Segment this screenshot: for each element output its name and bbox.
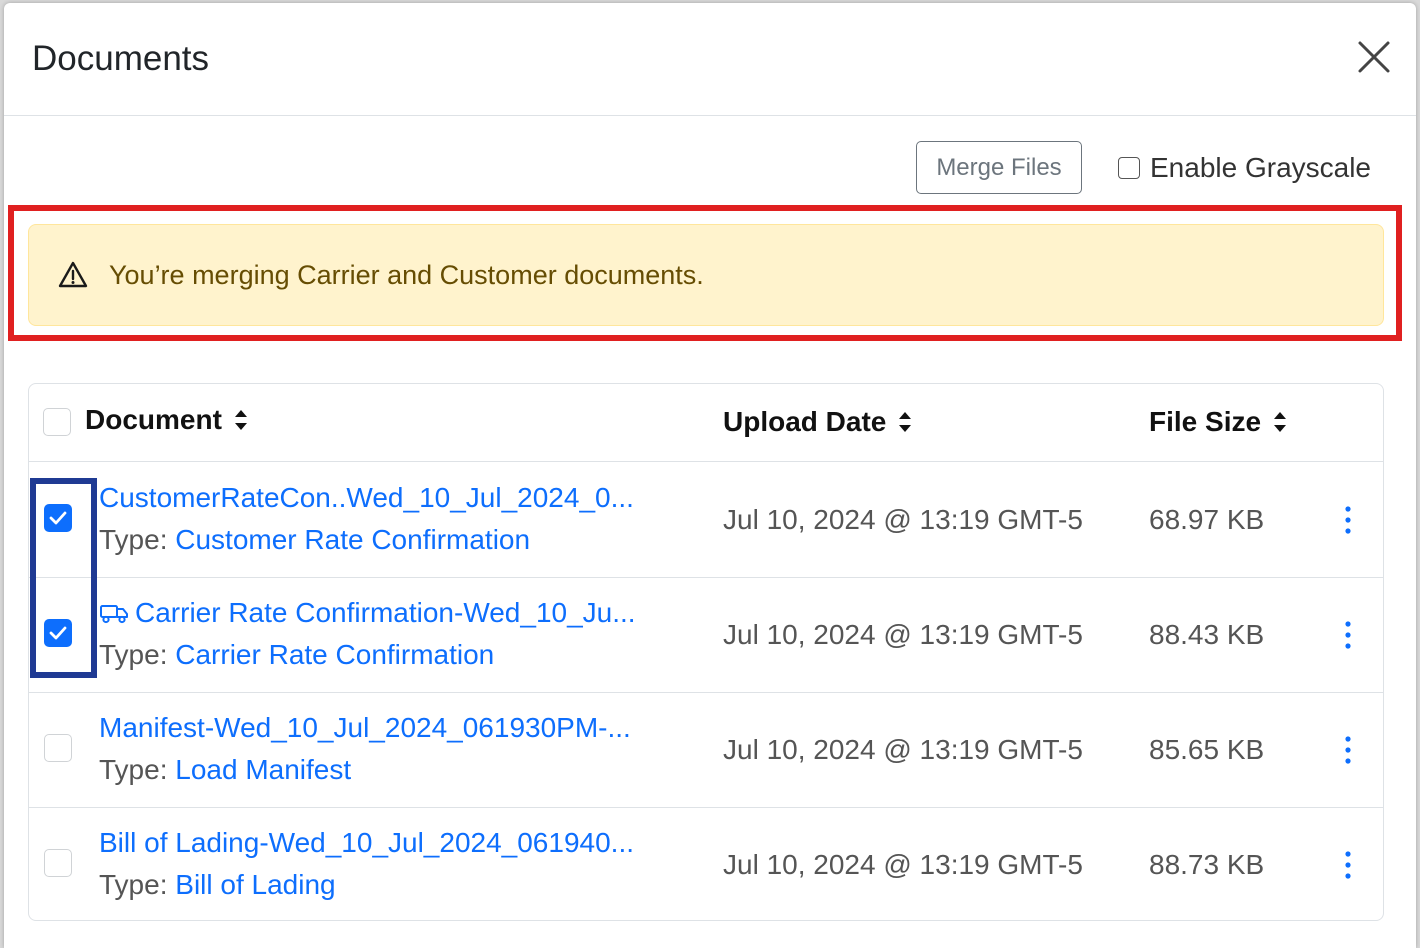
enable-grayscale-toggle[interactable]: Enable Grayscale [1118, 152, 1371, 184]
upload-date: Jul 10, 2024 @ 13:19 GMT-5 [723, 619, 1083, 650]
document-type: Type: Customer Rate Confirmation [99, 524, 530, 556]
annotation-red-box [8, 205, 1402, 341]
truck-icon [100, 605, 128, 624]
sort-icon[interactable] [898, 410, 912, 434]
column-header-document-label: Document [85, 404, 222, 435]
document-type: Type: Bill of Lading [99, 869, 336, 901]
document-name: Manifest-Wed_10_Jul_2024_061930PM-... [99, 712, 631, 743]
document-type-link[interactable]: Bill of Lading [175, 869, 335, 900]
table-row: Bill of Lading-Wed_10_Jul_2024_061940...… [29, 807, 1383, 920]
document-type-link[interactable]: Customer Rate Confirmation [175, 524, 530, 555]
more-options-icon[interactable] [1337, 619, 1359, 651]
modal-header: Documents [4, 3, 1416, 116]
document-type: Type: Load Manifest [99, 754, 351, 786]
table-row: Manifest-Wed_10_Jul_2024_061930PM-... Ty… [29, 692, 1383, 808]
row-checkbox[interactable] [44, 849, 72, 877]
grayscale-checkbox[interactable] [1118, 157, 1140, 179]
upload-date: Jul 10, 2024 @ 13:19 GMT-5 [723, 849, 1083, 880]
annotation-blue-box [30, 478, 97, 678]
sort-icon[interactable] [1273, 410, 1287, 434]
row-checkbox[interactable] [44, 734, 72, 762]
document-link[interactable]: Carrier Rate Confirmation-Wed_10_Ju... [99, 597, 636, 629]
type-prefix: Type: [99, 754, 168, 785]
column-header-upload-date[interactable]: Upload Date [723, 406, 912, 438]
upload-date: Jul 10, 2024 @ 13:19 GMT-5 [723, 734, 1083, 765]
more-options-icon[interactable] [1337, 734, 1359, 766]
document-type-link[interactable]: Carrier Rate Confirmation [175, 639, 494, 670]
column-header-file-size[interactable]: File Size [1149, 406, 1287, 438]
more-options-icon[interactable] [1337, 849, 1359, 881]
upload-date: Jul 10, 2024 @ 13:19 GMT-5 [723, 504, 1083, 535]
type-prefix: Type: [99, 869, 168, 900]
column-header-upload-date-label: Upload Date [723, 406, 887, 437]
document-type-link[interactable]: Load Manifest [175, 754, 351, 785]
document-link[interactable]: CustomerRateCon..Wed_10_Jul_2024_0... [99, 482, 634, 514]
type-prefix: Type: [99, 639, 168, 670]
close-icon[interactable] [1354, 37, 1394, 77]
file-size: 68.97 KB [1149, 504, 1265, 535]
file-size: 88.43 KB [1149, 619, 1265, 650]
table-header: Document Upload Date File Size [29, 384, 1383, 462]
document-name: Bill of Lading-Wed_10_Jul_2024_061940... [99, 827, 635, 858]
documents-table: Document Upload Date File Size CustomerR… [28, 383, 1384, 921]
document-type: Type: Carrier Rate Confirmation [99, 639, 494, 671]
type-prefix: Type: [99, 524, 168, 555]
column-header-document[interactable]: Document [85, 404, 248, 436]
merge-files-button[interactable]: Merge Files [916, 141, 1082, 194]
document-link[interactable]: Bill of Lading-Wed_10_Jul_2024_061940... [99, 827, 634, 859]
file-size: 88.73 KB [1149, 849, 1265, 880]
more-options-icon[interactable] [1337, 504, 1359, 536]
table-row: CustomerRateCon..Wed_10_Jul_2024_0... Ty… [29, 462, 1383, 578]
select-all-checkbox[interactable] [43, 408, 71, 436]
grayscale-label: Enable Grayscale [1150, 152, 1372, 183]
document-link[interactable]: Manifest-Wed_10_Jul_2024_061930PM-... [99, 712, 631, 744]
file-size: 85.65 KB [1149, 734, 1265, 765]
table-row: Carrier Rate Confirmation-Wed_10_Ju... T… [29, 577, 1383, 693]
sort-icon[interactable] [234, 408, 248, 432]
modal-title: Documents [32, 39, 210, 78]
document-name: Carrier Rate Confirmation-Wed_10_Ju... [135, 597, 636, 628]
document-name: CustomerRateCon..Wed_10_Jul_2024_0... [99, 482, 634, 513]
column-header-file-size-label: File Size [1149, 406, 1262, 437]
